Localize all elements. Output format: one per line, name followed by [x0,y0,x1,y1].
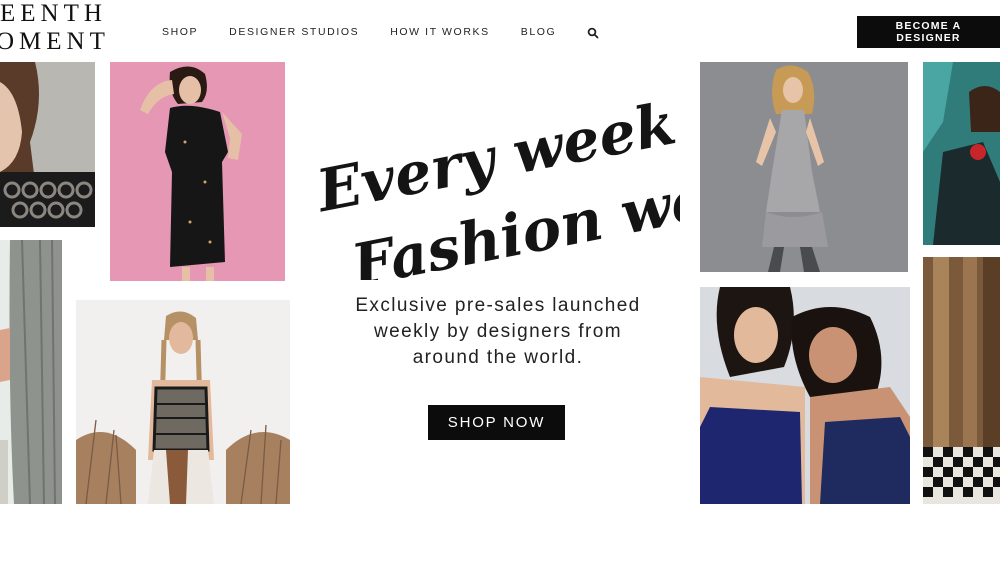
nav-how-it-works[interactable]: HOW IT WORKS [390,26,490,38]
photo-two-women-navy[interactable] [700,287,910,504]
search-icon[interactable] [587,26,599,38]
photo-black-dress-pink[interactable] [110,62,285,281]
shop-now-button[interactable]: SHOP NOW [428,405,565,440]
subtext-line-1: Exclusive pre-sales launched [355,295,641,316]
nav-shop[interactable]: SHOP [162,26,198,38]
photo-tree-trunk[interactable] [0,240,62,504]
logo-line-1: EENTH [0,0,107,27]
photo-teal-print[interactable] [923,62,1000,245]
photo-woman-knit-top[interactable] [0,62,95,227]
main-nav: SHOP DESIGNER STUDIOS HOW IT WORKS BLOG [162,26,599,38]
become-designer-button[interactable]: BECOME A DESIGNER [857,16,1000,48]
brand-logo[interactable]: EENTH OMENT [0,0,110,56]
subtext-line-2: weekly by designers from [374,321,622,342]
logo-line-2: OMENT [0,28,110,55]
photo-grey-dress[interactable] [700,62,908,272]
nav-designer-studios[interactable]: DESIGNER STUDIOS [229,26,359,38]
photo-braids-field[interactable] [76,300,290,504]
hero-subtext: Exclusive pre-sales launched weekly by d… [330,293,666,371]
nav-blog[interactable]: BLOG [521,26,557,38]
subtext-line-3: around the world. [412,347,584,368]
photo-ornate-hall[interactable] [923,257,1000,504]
hero-headline: Every week is Fashion week [310,90,680,280]
